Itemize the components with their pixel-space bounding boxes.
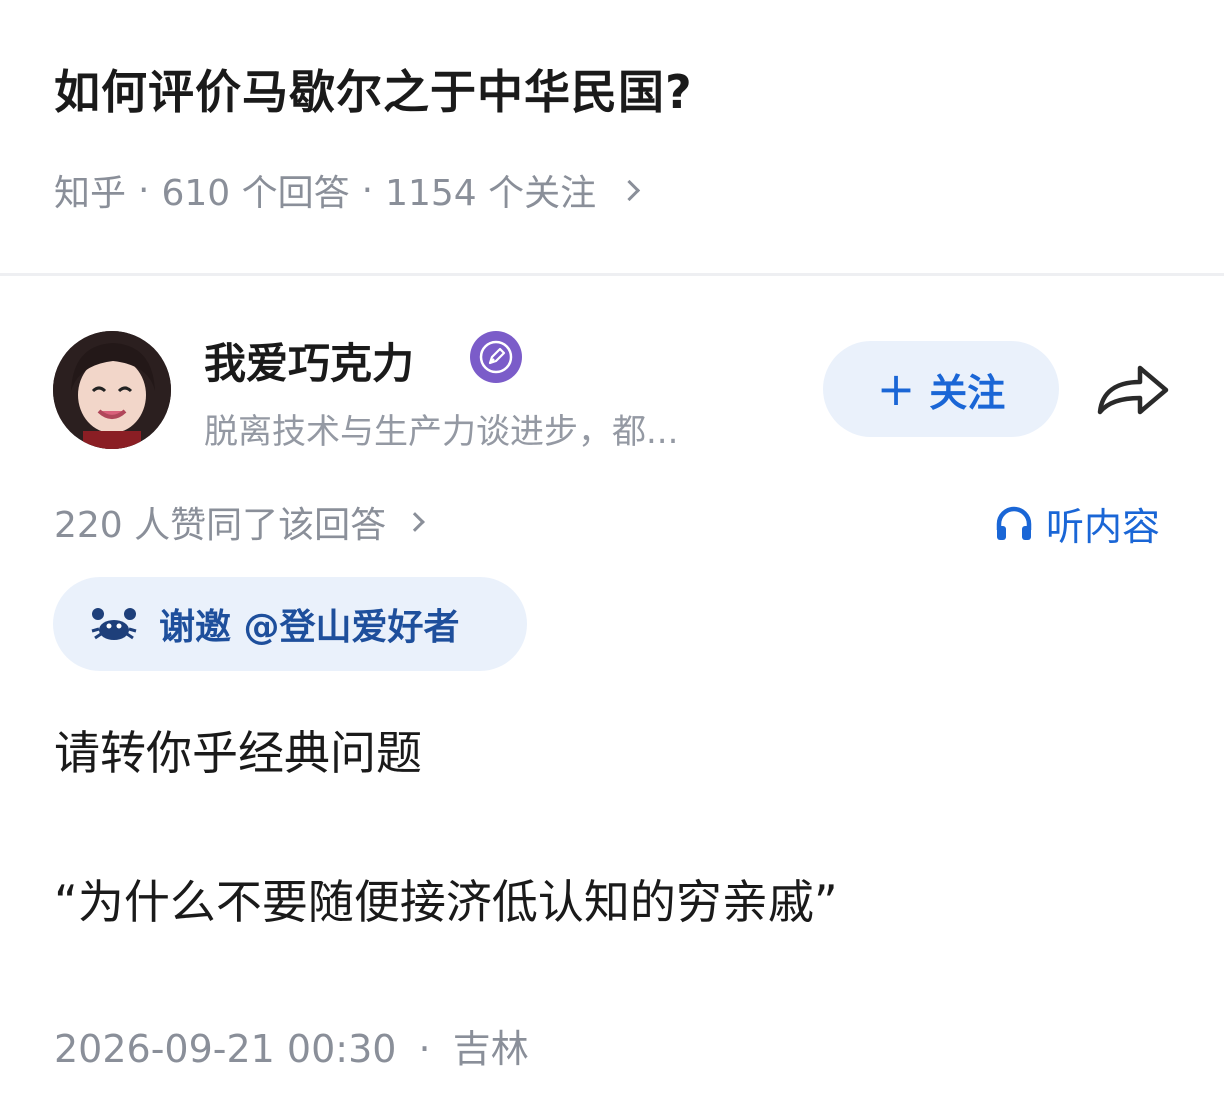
answer-paragraph: 请转你乎经典问题: [54, 726, 422, 780]
follower-count: 1154 个关注: [385, 173, 597, 214]
post-datetime: 2026-09-21 00:30: [54, 1027, 397, 1071]
pen-badge-icon: [470, 331, 522, 383]
listen-label: 听内容: [1046, 505, 1161, 549]
chevron-right-icon: [405, 512, 426, 532]
likes-count: 220 人赞同了该回答: [54, 505, 387, 546]
avatar-image: [53, 331, 171, 449]
author-bio: 脱离技术与生产力谈进步，都...: [204, 412, 679, 452]
author-name[interactable]: 我爱巧克力: [204, 330, 414, 391]
avatar[interactable]: [53, 331, 171, 449]
meta-separator: ·: [361, 169, 374, 211]
meta-separator: ·: [138, 169, 150, 211]
invite-label: 谢邀 @登山爱好者: [159, 607, 460, 648]
answer-footer: 2026-09-21 00:30 · 吉林: [54, 1018, 529, 1073]
follow-label: 关注: [929, 370, 1006, 415]
post-location: 吉林: [452, 1027, 529, 1071]
crab-icon: [91, 608, 137, 640]
question-title[interactable]: 如何评价马歇尔之于中华民国?: [54, 56, 693, 122]
answer-count: 610 个回答: [161, 173, 350, 214]
invite-tag[interactable]: 谢邀 @登山爱好者: [53, 577, 527, 671]
headphones-icon: [996, 506, 1032, 540]
likes-link[interactable]: 220 人赞同了该回答: [54, 496, 426, 548]
follow-button[interactable]: + 关注: [823, 341, 1059, 437]
share-icon[interactable]: [1096, 362, 1170, 418]
section-divider: [0, 273, 1224, 276]
plus-icon: +: [876, 362, 916, 416]
question-meta[interactable]: 知乎 · 610 个回答 · 1154 个关注: [54, 164, 641, 216]
answer-paragraph: “为什么不要随便接济低认知的穷亲戚”: [54, 875, 838, 929]
chevron-right-icon: [619, 179, 641, 201]
listen-button[interactable]: 听内容: [994, 496, 1160, 551]
footer-separator: ·: [418, 1027, 431, 1071]
source-label: 知乎: [54, 173, 127, 214]
